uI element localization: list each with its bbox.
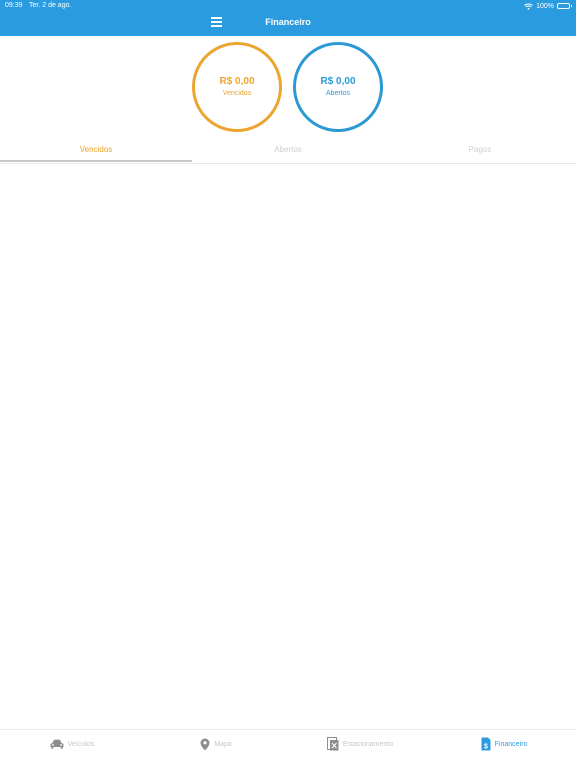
open-label: Abertos (325, 90, 351, 97)
open-summary-circle[interactable]: R$ 0,00 Abertos (293, 42, 383, 132)
tab-bar: Vencidos Abertos Pagos (0, 139, 576, 164)
content-area (0, 164, 576, 729)
map-pin-icon (200, 738, 210, 751)
status-indicators: 100% (524, 1, 572, 11)
bottom-tab-label: Mapa (214, 740, 232, 748)
bottom-tab-financeiro[interactable]: $ Financeiro (432, 736, 576, 752)
overdue-label: Vencidos (222, 90, 252, 97)
overdue-amount: R$ 0,00 (219, 76, 255, 87)
battery-percent: 100% (536, 2, 554, 10)
bottom-tab-label: Estacionamento (342, 740, 394, 748)
status-time: 09:39 (5, 2, 23, 9)
bottom-tab-mapa[interactable]: Mapa (144, 736, 288, 752)
svg-text:$: $ (484, 744, 488, 751)
bottom-tab-veiculos[interactable]: Veículos (0, 736, 144, 752)
open-amount: R$ 0,00 (320, 76, 356, 87)
bottom-tab-label: Financeiro (494, 740, 528, 748)
bottom-tab-estacionamento[interactable]: Estacionamento (288, 736, 432, 752)
tab-indicator (0, 160, 192, 162)
invoice-icon: $ (481, 737, 491, 751)
page-title: Financeiro (265, 17, 311, 27)
status-date: Ter. 2 de ago. (29, 2, 72, 9)
overdue-summary-circle[interactable]: R$ 0,00 Vencidos (192, 42, 282, 132)
tab-pagos[interactable]: Pagos (384, 139, 576, 163)
wifi-icon (524, 3, 533, 10)
bottom-tab-bar: Veículos Mapa Estacionamento $ Financeir… (0, 729, 576, 768)
car-icon (50, 739, 64, 749)
header-bar: 09:39 Ter. 2 de ago. 100% Financeiro (0, 0, 576, 36)
bottom-tab-label: Veículos (67, 740, 95, 748)
app-window: 09:39 Ter. 2 de ago. 100% Financeiro R$ … (0, 0, 576, 768)
battery-icon (557, 3, 572, 9)
parking-ticket-icon (326, 737, 339, 751)
tab-abertos[interactable]: Abertos (192, 139, 384, 163)
